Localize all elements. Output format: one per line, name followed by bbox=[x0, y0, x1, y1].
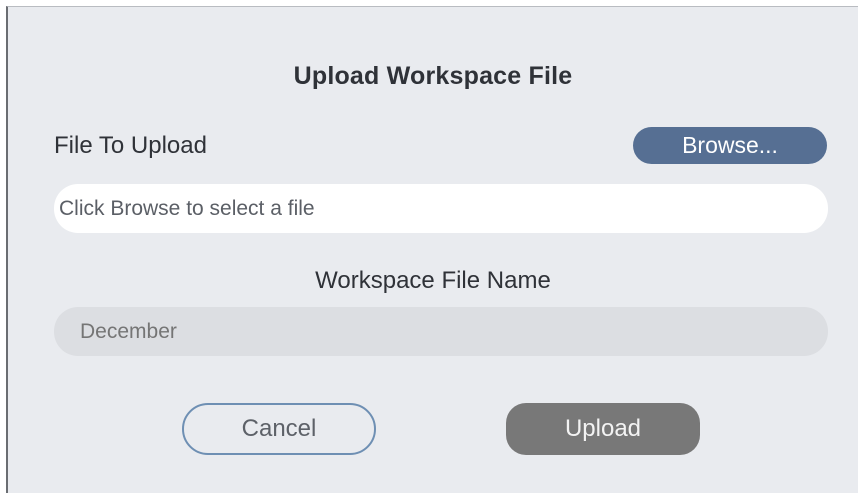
browse-button[interactable]: Browse... bbox=[633, 127, 827, 164]
upload-workspace-dialog: Upload Workspace File File To Upload Bro… bbox=[6, 6, 858, 493]
upload-button[interactable]: Upload bbox=[506, 403, 700, 455]
file-to-upload-label: File To Upload bbox=[54, 132, 207, 159]
cancel-button[interactable]: Cancel bbox=[182, 403, 376, 455]
file-path-field[interactable] bbox=[54, 184, 828, 233]
workspace-file-name-label: Workspace File Name bbox=[315, 267, 551, 294]
workspace-file-name-input[interactable] bbox=[54, 307, 828, 356]
dialog-title: Upload Workspace File bbox=[293, 62, 573, 90]
